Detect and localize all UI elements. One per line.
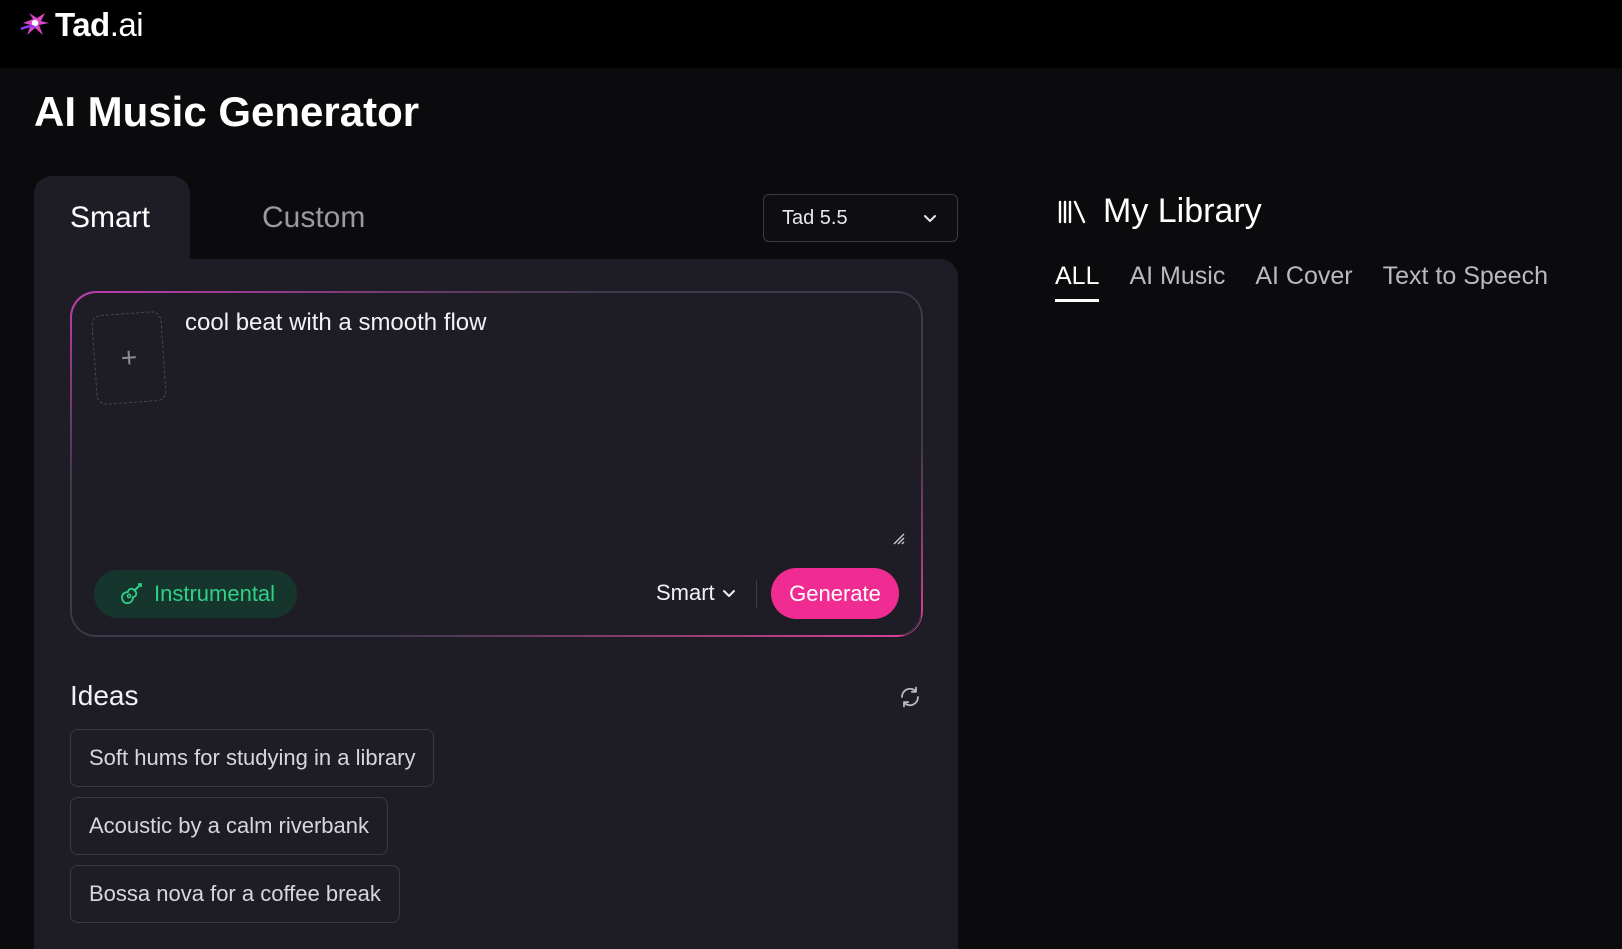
tab-smart-label[interactable]: Smart: [70, 201, 150, 235]
top-bar: Tad.ai: [0, 0, 1622, 68]
chevron-down-icon: [722, 590, 735, 597]
mode-select[interactable]: Smart: [656, 580, 737, 606]
idea-chip[interactable]: Bossa nova for a coffee break: [70, 865, 400, 923]
model-select-value: Tad 5.5: [782, 206, 848, 229]
divider: [756, 580, 757, 608]
library-tab-text-to-speech[interactable]: Text to Speech: [1383, 262, 1548, 302]
library-tabs: ALL AI Music AI Cover Text to Speech: [1055, 262, 1548, 302]
resize-handle-icon[interactable]: [892, 532, 906, 546]
brand-logo[interactable]: Tad.ai: [19, 6, 144, 44]
library-tab-ai-cover[interactable]: AI Cover: [1255, 262, 1352, 302]
prompt-input[interactable]: cool beat with a smooth flow: [185, 309, 885, 337]
guitar-icon: [121, 583, 142, 605]
instrumental-label: Instrumental: [154, 581, 276, 606]
library-tab-all[interactable]: ALL: [1055, 262, 1100, 302]
upload-image-button[interactable]: +: [90, 310, 168, 406]
tab-custom[interactable]: Custom: [262, 201, 365, 235]
idea-chip[interactable]: Soft hums for studying in a library: [70, 729, 435, 787]
instrumental-toggle[interactable]: Instrumental: [94, 570, 297, 618]
ideas-title: Ideas: [70, 680, 139, 711]
tad-logo-icon: [20, 13, 49, 35]
chevron-down-icon: [924, 215, 936, 222]
idea-chip[interactable]: Acoustic by a calm riverbank: [70, 797, 388, 855]
library-tab-ai-music[interactable]: AI Music: [1129, 262, 1225, 302]
mode-select-value: Smart: [656, 580, 715, 605]
brand-name: Tad.ai: [55, 6, 144, 43]
library-header: My Library: [1057, 192, 1262, 231]
model-select[interactable]: Tad 5.5: [763, 194, 958, 242]
plus-icon: +: [119, 341, 139, 374]
page-title: AI Music Generator: [34, 88, 420, 135]
generate-button[interactable]: Generate: [771, 568, 899, 619]
library-icon: [1058, 200, 1086, 223]
library-title: My Library: [1103, 192, 1262, 230]
refresh-icon[interactable]: [898, 685, 922, 709]
